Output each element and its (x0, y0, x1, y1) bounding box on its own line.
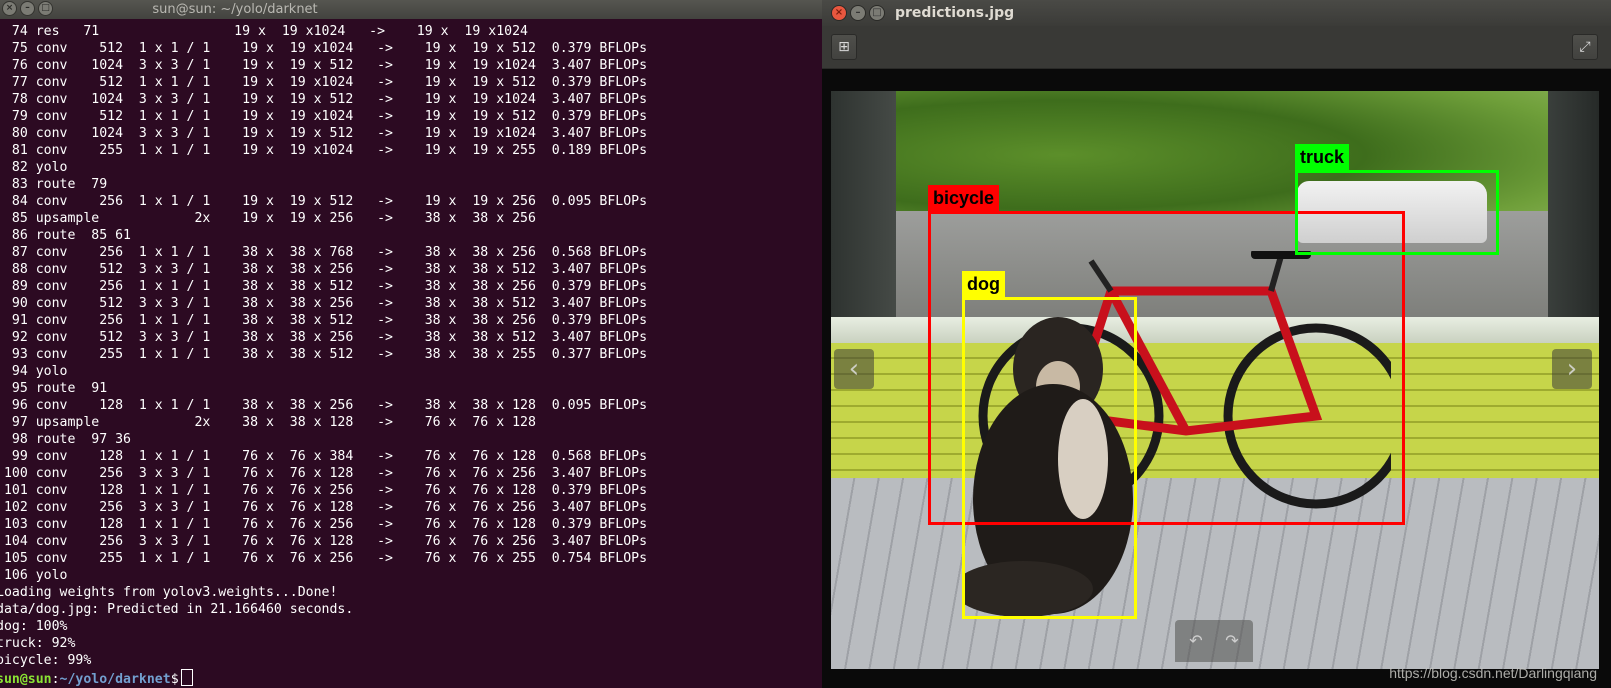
terminal-line: dog: 100% (0, 619, 68, 634)
rotate-right-button[interactable]: ↷ (1219, 628, 1245, 654)
terminal-line: 74 res 71 19 x 19 x1024 -> 19 x 19 x1024 (0, 24, 528, 39)
terminal-line: 96 conv 128 1 x 1 / 1 38 x 38 x 256 -> 3… (0, 398, 648, 413)
terminal-prompt[interactable]: sun@sun:~/yolo/darknet$ (0, 669, 822, 687)
terminal-line: Loading weights from yolov3.weights...Do… (0, 585, 338, 600)
terminal-line: 101 conv 128 1 x 1 / 1 76 x 76 x 256 -> … (0, 483, 648, 498)
add-icon: ⊞ (838, 39, 850, 55)
terminal-title: sun@sun: ~/yolo/darknet (152, 2, 318, 17)
terminal-line: 92 conv 512 3 x 3 / 1 38 x 38 x 256 -> 3… (0, 330, 648, 345)
terminal-line: 84 conv 256 1 x 1 / 1 19 x 19 x 512 -> 1… (0, 194, 648, 209)
detection-box-dog: dog (962, 271, 1137, 619)
rotate-left-button[interactable]: ↶ (1183, 628, 1209, 654)
prompt-separator: : (51, 672, 60, 687)
previous-image-button[interactable]: ‹ (834, 349, 874, 389)
terminal-line: 97 upsample 2x 38 x 38 x 128 -> 76 x 76 … (0, 415, 536, 430)
fullscreen-button[interactable]: ⤢ (1572, 34, 1598, 60)
terminal-window[interactable]: × – □ sun@sun: ~/yolo/darknet 74 res 71 … (0, 0, 822, 688)
detection-label-bicycle: bicycle (928, 185, 1000, 212)
maximize-icon[interactable]: □ (869, 5, 885, 21)
rotate-toolbar: ↶ ↷ (1175, 620, 1253, 662)
terminal-line: 105 conv 255 1 x 1 / 1 76 x 76 x 256 -> … (0, 551, 648, 566)
terminal-output[interactable]: 74 res 71 19 x 19 x1024 -> 19 x 19 x1024… (0, 23, 822, 687)
terminal-line: 80 conv 1024 3 x 3 / 1 19 x 19 x 512 -> … (0, 126, 648, 141)
terminal-line: 82 yolo (0, 160, 68, 175)
detection-label-truck: truck (1295, 144, 1350, 171)
gallery-toggle-button[interactable]: ⊞ (831, 34, 857, 60)
terminal-line: 106 yolo (0, 568, 68, 583)
watermark-text: https://blog.csdn.net/Darlingqiang (1389, 665, 1597, 681)
terminal-line: 75 conv 512 1 x 1 / 1 19 x 19 x1024 -> 1… (0, 41, 648, 56)
terminal-line: 79 conv 512 1 x 1 / 1 19 x 19 x1024 -> 1… (0, 109, 648, 124)
terminal-line: 78 conv 1024 3 x 3 / 1 19 x 19 x 512 -> … (0, 92, 648, 107)
viewer-window-controls: × – □ (831, 5, 885, 21)
rotate-right-icon: ↷ (1225, 631, 1239, 650)
terminal-line: 86 route 85 61 (0, 228, 131, 243)
viewer-titlebar[interactable]: × – □ predictions.jpg (822, 0, 1611, 26)
terminal-titlebar[interactable]: × – □ sun@sun: ~/yolo/darknet (0, 0, 822, 19)
terminal-line: 81 conv 255 1 x 1 / 1 19 x 19 x1024 -> 1… (0, 143, 648, 158)
chevron-left-icon: ‹ (848, 354, 860, 384)
terminal-line: 77 conv 512 1 x 1 / 1 19 x 19 x1024 -> 1… (0, 75, 648, 90)
terminal-cursor (180, 669, 193, 686)
terminal-line: 94 yolo (0, 364, 68, 379)
terminal-line: 102 conv 256 3 x 3 / 1 76 x 76 x 128 -> … (0, 500, 648, 515)
terminal-line: bicycle: 99% (0, 653, 92, 668)
prompt-user: sun@sun (0, 672, 52, 687)
terminal-line: truck: 92% (0, 636, 76, 651)
image-pillar-left (831, 91, 896, 341)
viewer-title: predictions.jpg (895, 5, 1015, 21)
terminal-line: 100 conv 256 3 x 3 / 1 76 x 76 x 128 -> … (0, 466, 648, 481)
detection-box-truck: truck (1295, 144, 1499, 255)
next-image-button[interactable]: › (1552, 349, 1592, 389)
terminal-line: 98 route 97 36 (0, 432, 131, 447)
prompt-symbol: $ (170, 672, 179, 687)
rotate-left-icon: ↶ (1189, 631, 1203, 650)
terminal-line: 90 conv 512 3 x 3 / 1 38 x 38 x 256 -> 3… (0, 296, 648, 311)
close-icon[interactable]: × (831, 5, 847, 21)
terminal-line: 91 conv 256 1 x 1 / 1 38 x 38 x 512 -> 3… (0, 313, 648, 328)
terminal-line: 87 conv 256 1 x 1 / 1 38 x 38 x 768 -> 3… (0, 245, 648, 260)
terminal-line: 104 conv 256 3 x 3 / 1 76 x 76 x 128 -> … (0, 534, 648, 549)
terminal-line: data/dog.jpg: Predicted in 21.166460 sec… (0, 602, 354, 617)
image-pillar-right (1548, 91, 1599, 351)
image-canvas[interactable]: bicycle truck dog ‹ › ↶ ↷ https://blog.c… (822, 69, 1611, 688)
terminal-line: 85 upsample 2x 19 x 19 x 256 -> 38 x 38 … (0, 211, 536, 226)
viewer-toolbar: ⊞ ⤢ (822, 26, 1611, 69)
terminal-line: 95 route 91 (0, 381, 108, 396)
terminal-line: 93 conv 255 1 x 1 / 1 38 x 38 x 512 -> 3… (0, 347, 648, 362)
terminal-line: 76 conv 1024 3 x 3 / 1 19 x 19 x 512 -> … (0, 58, 648, 73)
prompt-path: ~/yolo/darknet (59, 672, 171, 687)
terminal-line: 89 conv 256 1 x 1 / 1 38 x 38 x 512 -> 3… (0, 279, 648, 294)
terminal-line: 88 conv 512 3 x 3 / 1 38 x 38 x 256 -> 3… (0, 262, 648, 277)
terminal-line: 103 conv 128 1 x 1 / 1 76 x 76 x 256 -> … (0, 517, 648, 532)
minimize-icon[interactable]: – (850, 5, 866, 21)
chevron-right-icon: › (1566, 354, 1578, 384)
prediction-image: bicycle truck dog (831, 91, 1599, 669)
image-viewer-window[interactable]: × – □ predictions.jpg ⊞ ⤢ bicycle truck … (822, 0, 1611, 688)
fullscreen-icon: ⤢ (1579, 39, 1591, 55)
terminal-line: 99 conv 128 1 x 1 / 1 76 x 76 x 384 -> 7… (0, 449, 648, 464)
detection-label-dog: dog (962, 271, 1005, 298)
terminal-line: 83 route 79 (0, 177, 108, 192)
